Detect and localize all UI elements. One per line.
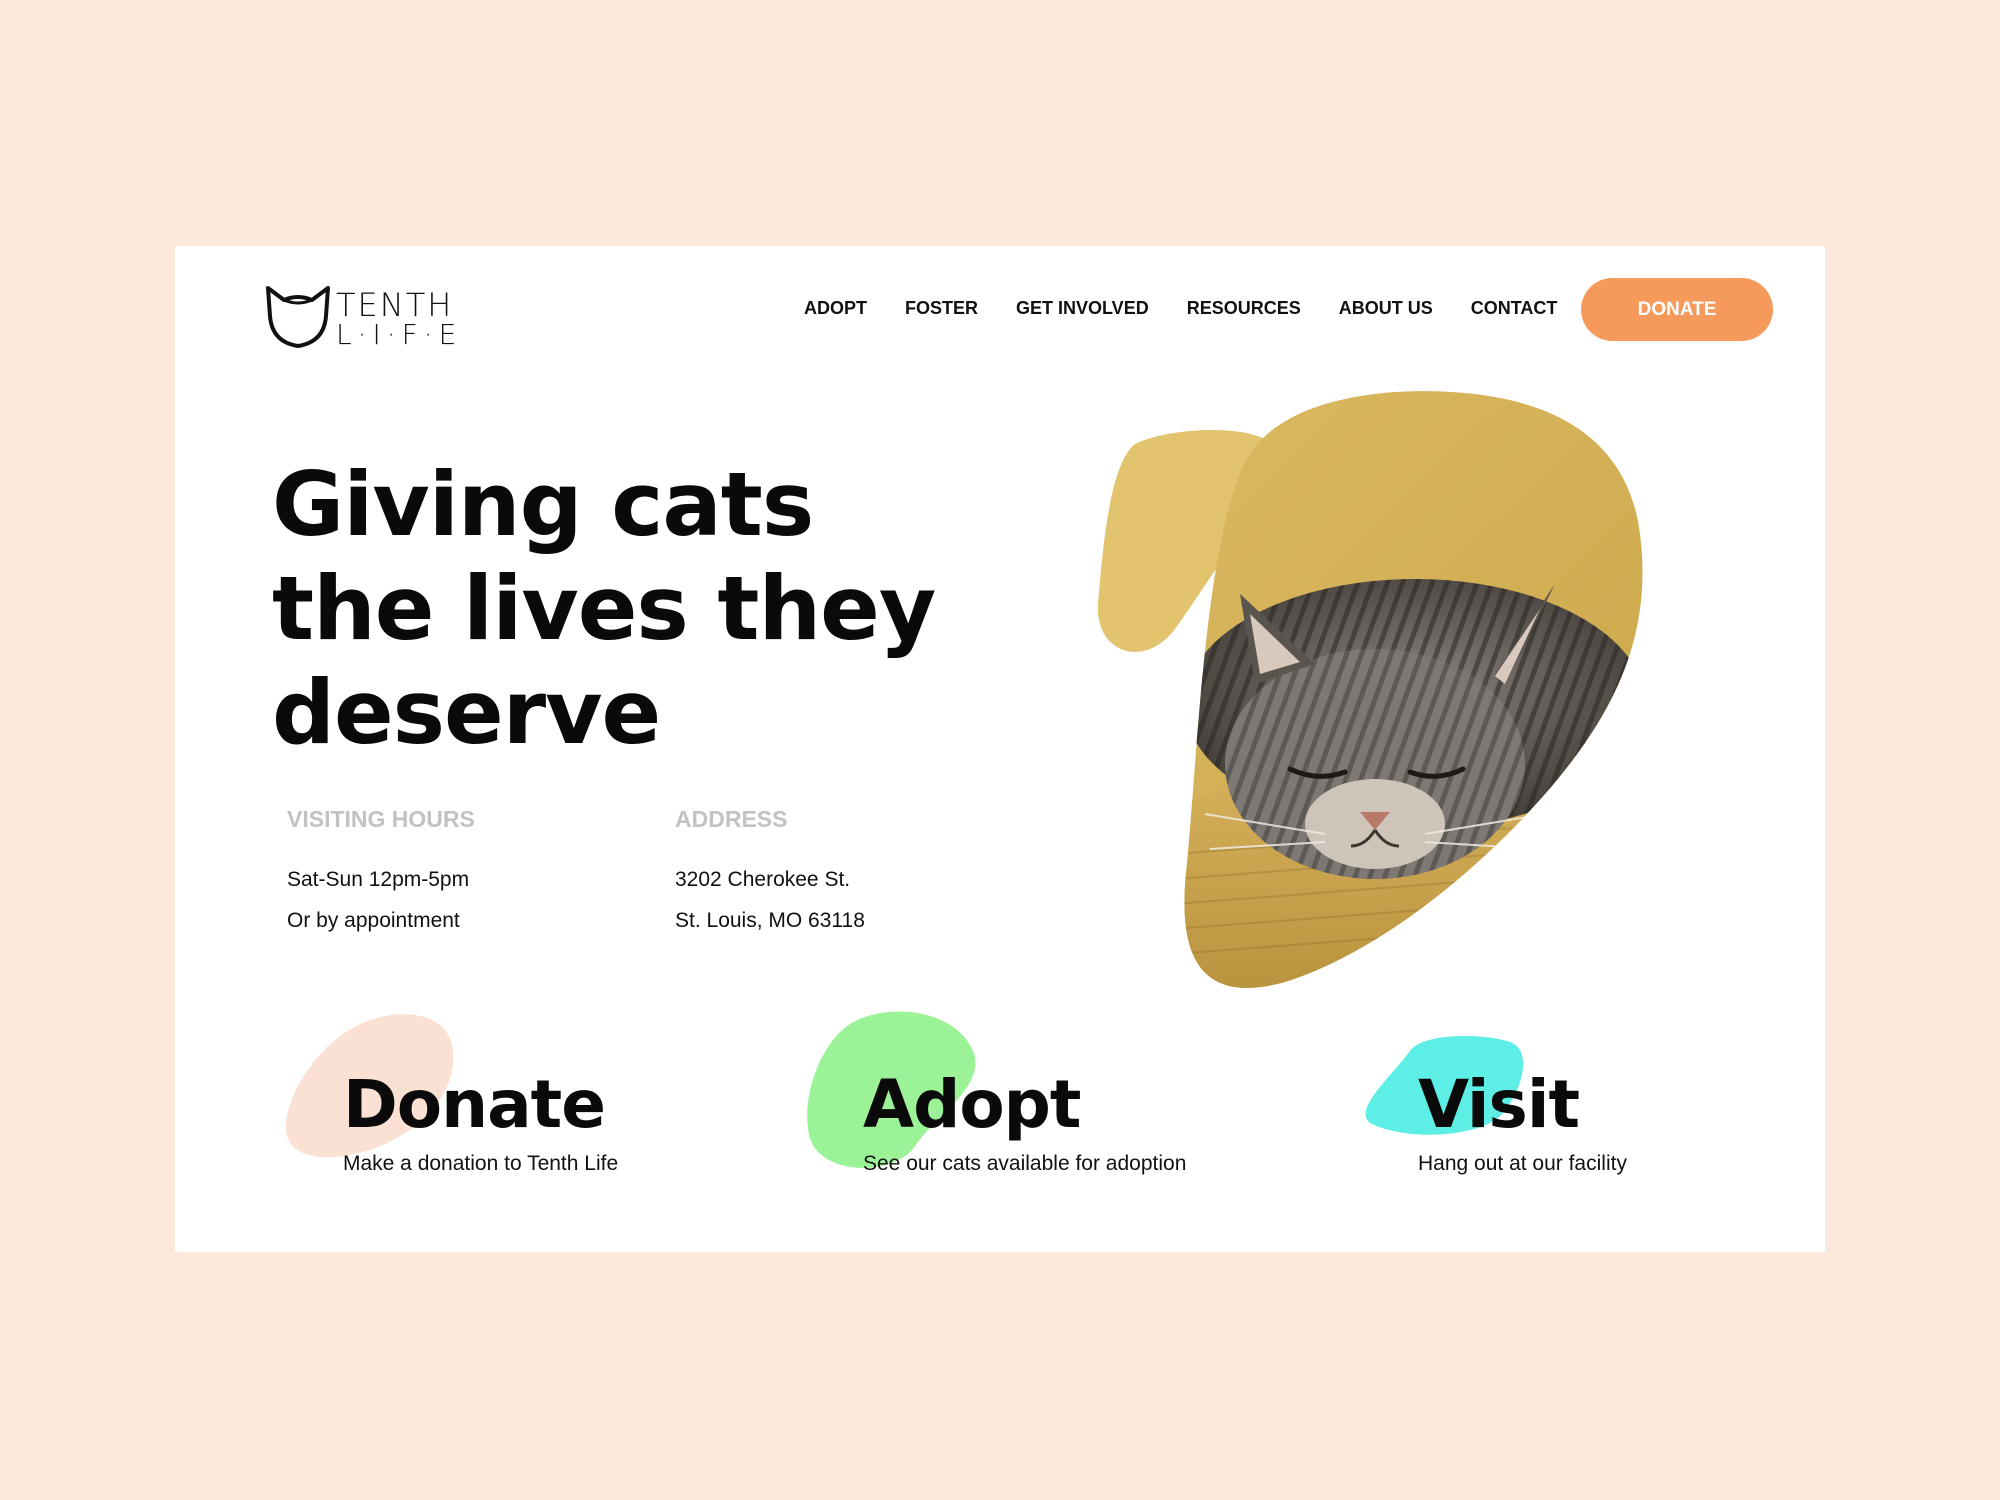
hero-cat-image bbox=[1055, 384, 1695, 1004]
nav-about-us[interactable]: ABOUT US bbox=[1339, 298, 1433, 319]
nav-contact[interactable]: CONTACT bbox=[1471, 298, 1558, 319]
feature-adopt-subtitle: See our cats available for adoption bbox=[863, 1152, 1187, 1175]
hours-line-1: Sat-Sun 12pm-5pm bbox=[287, 868, 470, 891]
feature-donate[interactable]: Donate Make a donation to Tenth Life bbox=[275, 1006, 695, 1206]
cat-head-icon bbox=[266, 286, 330, 348]
page-card: TENTH L·I·F·E ADOPT FOSTER GET INVOLVED … bbox=[175, 246, 1825, 1252]
donate-button[interactable]: DONATE bbox=[1581, 278, 1773, 341]
feature-visit[interactable]: Visit Hang out at our facility bbox=[1350, 1006, 1770, 1206]
address-block: ADDRESS 3202 Cherokee St. St. Louis, MO … bbox=[675, 806, 1035, 941]
main-nav: ADOPT FOSTER GET INVOLVED RESOURCES ABOU… bbox=[804, 298, 1595, 319]
hero-title: Giving cats the lives they deserve bbox=[272, 453, 992, 765]
hero-title-line-3: deserve bbox=[272, 661, 661, 764]
nav-foster[interactable]: FOSTER bbox=[905, 298, 978, 319]
visiting-hours-label: VISITING HOURS bbox=[287, 806, 475, 832]
feature-adopt-title[interactable]: Adopt bbox=[863, 1066, 1081, 1143]
address-line-2: St. Louis, MO 63118 bbox=[675, 909, 865, 932]
hero-title-line-1: Giving cats bbox=[272, 453, 814, 556]
tenth-life-logo[interactable]: TENTH L·I·F·E bbox=[262, 280, 472, 352]
hours-line-2: Or by appointment bbox=[287, 909, 460, 932]
feature-donate-subtitle: Make a donation to Tenth Life bbox=[343, 1152, 619, 1175]
nav-resources[interactable]: RESOURCES bbox=[1187, 298, 1301, 319]
address-label: ADDRESS bbox=[675, 806, 788, 832]
address-line-1: 3202 Cherokee St. bbox=[675, 868, 851, 891]
feature-adopt[interactable]: Adopt See our cats available for adoptio… bbox=[795, 1006, 1215, 1206]
hero-title-line-2: the lives they bbox=[272, 557, 936, 660]
feature-visit-subtitle: Hang out at our facility bbox=[1418, 1152, 1627, 1175]
nav-adopt[interactable]: ADOPT bbox=[804, 298, 867, 319]
logo-word-bottom: L·I·F·E bbox=[336, 318, 463, 351]
cat-photo-illustration bbox=[1097, 391, 1643, 988]
nav-get-involved[interactable]: GET INVOLVED bbox=[1016, 298, 1149, 319]
feature-donate-title[interactable]: Donate bbox=[343, 1066, 606, 1143]
feature-visit-title[interactable]: Visit bbox=[1418, 1066, 1580, 1143]
visiting-hours-block: VISITING HOURS Sat-Sun 12pm-5pm Or by ap… bbox=[287, 806, 647, 941]
